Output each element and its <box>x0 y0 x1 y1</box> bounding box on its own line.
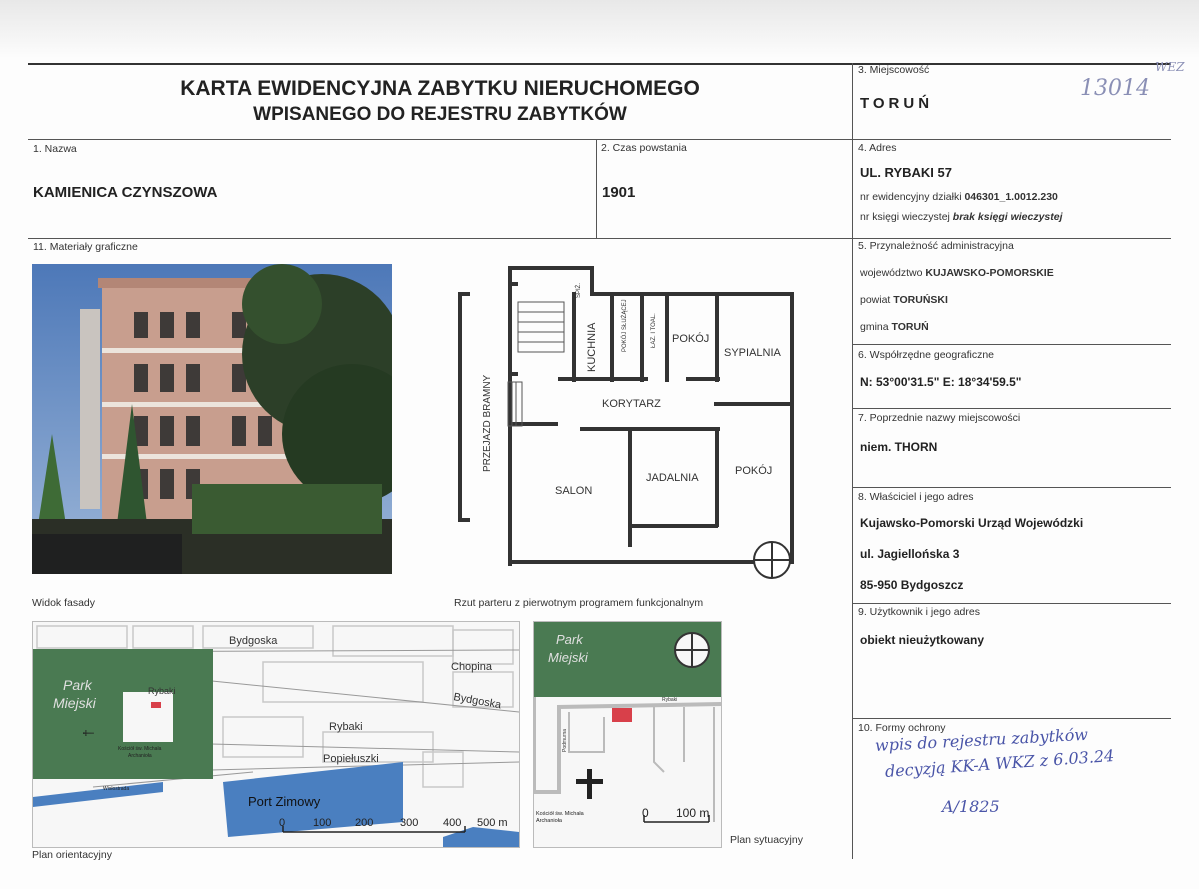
field4-book: nr księgi wieczystej brak księgi wieczys… <box>860 211 1063 223</box>
map1-scale-400: 400 <box>443 817 461 829</box>
field3-label: 3. Miejscowość <box>858 64 930 76</box>
field2-label: 2. Czas powstania <box>601 142 687 154</box>
map1-scale-300: 300 <box>400 817 418 829</box>
rule-f7 <box>852 408 1171 409</box>
field7-label: 7. Poprzednie nazwy miejscowości <box>858 412 1021 424</box>
field1-label: 1. Nazwa <box>33 143 77 155</box>
field8-label: 8. Właściciel i jego adres <box>858 491 974 503</box>
room-lazienka: ŁAZ. I TOAL. <box>651 313 657 348</box>
map2-park-line1: Park <box>556 632 584 647</box>
map1-scale-100: 100 <box>313 817 331 829</box>
caption-plan: Rzut parteru z pierwotnym programem funk… <box>454 597 704 609</box>
field4-book-value: brak księgi wieczystej <box>952 211 1063 223</box>
card-title-line1: KARTA EWIDENCYJNA ZABYTKU NIERUCHOMEGO <box>180 77 700 100</box>
map2-park-line2: Miejski <box>548 650 589 665</box>
map1-street-wislostrada: Wisłostrada <box>103 786 129 792</box>
field3-handwritten-number: 13014 <box>1080 76 1150 101</box>
field4-book-prefix: nr księgi wieczystej <box>860 211 950 223</box>
rule-f6 <box>852 344 1171 345</box>
map1-church-line2: Archanioła <box>128 753 152 759</box>
situational-map: Park Miejski Rybaki Podmurna Kościół św.… <box>533 621 722 848</box>
map1-street-bydgoska-top: Bydgoska <box>229 635 278 647</box>
room-spiz: SPIŻ. <box>575 283 582 298</box>
field5-gmina-prefix: gmina <box>860 321 889 333</box>
orientation-map: † Park Miejski Bydgoska Chopina Bydgoska… <box>32 621 520 848</box>
field5-powiat-prefix: powiat <box>860 294 891 306</box>
card-title-line2: WPISANEGO DO REJESTRU ZABYTKÓW <box>253 104 627 125</box>
map1-street-rybaki-park: Rybaki <box>148 686 176 696</box>
map1-port-label: Port Zimowy <box>248 794 321 809</box>
map1-church-line1: Kościół św. Michała <box>118 746 162 752</box>
field5-woj: województwo KUJAWSKO-POMORSKIE <box>860 267 1054 279</box>
map2-street-podmurna: Podmurna <box>562 729 568 752</box>
facade-photo <box>32 264 392 574</box>
rule-f9 <box>852 603 1171 604</box>
rule-field2 <box>596 139 597 239</box>
field7-value: niem. THORN <box>860 440 938 454</box>
map1-street-chopina: Chopina <box>451 661 493 673</box>
caption-map2: Plan sytuacyjny <box>730 834 803 846</box>
svg-text:†: † <box>80 729 96 737</box>
map1-scale-0: 0 <box>279 817 285 829</box>
map1-street-popieluszki: Popiełuszki <box>323 753 379 765</box>
field1-value: KAMIENICA CZYNSZOWA <box>33 184 218 201</box>
rule-row2 <box>28 238 1171 239</box>
floor-plan: KUCHNIA SPIŻ. POKÓJ SŁUŻĄCEJ ŁAZ. I TOAL… <box>458 266 794 579</box>
map1-street-rybaki: Rybaki <box>329 721 363 733</box>
map1-park-line1: Park <box>63 677 93 693</box>
field5-label: 5. Przynależność administracyjna <box>858 240 1014 252</box>
field5-woj-prefix: województwo <box>860 267 923 279</box>
map1-scale-500: 500 m <box>477 817 508 829</box>
field9-label: 9. Użytkownik i jego adres <box>858 606 980 618</box>
rule-f8 <box>852 487 1171 488</box>
field5-powiat: powiat TORUŃSKI <box>860 294 948 306</box>
field4-value: UL. RYBAKI 57 <box>860 165 952 180</box>
map1-scale-200: 200 <box>355 817 373 829</box>
map2-church-line1: Kościół św. Michała <box>536 811 585 817</box>
field2-value: 1901 <box>602 184 636 201</box>
field11-label: 11. Materiały graficzne <box>33 241 138 253</box>
field9-value: obiekt nieużytkowany <box>860 633 985 647</box>
room-pokoj-sluzacej: POKÓJ SŁUŻĄCEJ <box>621 299 628 352</box>
field5-gmina-value: TORUŃ <box>891 321 929 333</box>
field10-handwritten-line3: A/1825 <box>942 797 1000 816</box>
map2-church-line2: Archanioła <box>536 818 563 824</box>
room-pokoj1: POKÓJ <box>672 332 709 345</box>
field5-woj-value: KUJAWSKO-POMORSKIE <box>925 267 1054 279</box>
field4-label: 4. Adres <box>858 142 897 154</box>
map1-park-line2: Miejski <box>53 695 97 711</box>
field8-line1: Kujawsko-Pomorski Urząd Wojewódzki <box>860 516 1084 530</box>
room-kuchnia: KUCHNIA <box>586 322 598 372</box>
field8-line2: ul. Jagiellońska 3 <box>860 547 960 561</box>
rule-right-col <box>852 63 853 859</box>
caption-map1: Plan orientacyjny <box>32 849 112 861</box>
room-przejazd: PRZEJAZD BRAMNY <box>482 374 493 472</box>
rule-row1 <box>28 139 1171 140</box>
field5-gmina: gmina TORUŃ <box>860 321 929 333</box>
field5-powiat-value: TORUŃSKI <box>893 294 948 306</box>
field6-value: N: 53°00'31.5" E: 18°34'59.5" <box>860 375 1022 389</box>
room-sypialnia: SYPIALNIA <box>724 347 782 359</box>
field3-value: TORUŃ <box>860 95 934 112</box>
room-salon: SALON <box>555 485 592 497</box>
caption-photo: Widok fasady <box>32 597 96 609</box>
room-jadalnia: JADALNIA <box>646 472 699 484</box>
room-pokoj2: POKÓJ <box>735 464 772 477</box>
map2-street-rybaki: Rybaki <box>662 697 677 703</box>
rule-f10 <box>852 718 1171 719</box>
field4-parcel-prefix: nr ewidencyjny działki <box>860 191 962 203</box>
field4-parcel-value: 046301_1.0012.230 <box>964 191 1058 203</box>
room-korytarz: KORYTARZ <box>602 398 661 410</box>
field4-parcel: nr ewidencyjny działki 046301_1.0012.230 <box>860 191 1058 203</box>
map2-scale-0: 0 <box>642 806 649 820</box>
map2-scale-100: 100 m <box>676 806 709 820</box>
field6-label: 6. Współrzędne geograficzne <box>858 349 994 361</box>
field8-line3: 85-950 Bydgoszcz <box>860 578 964 592</box>
rule-top <box>28 63 1171 65</box>
field3-stamp: WEZ <box>1155 60 1185 74</box>
scan-shadow-top <box>0 0 1199 58</box>
